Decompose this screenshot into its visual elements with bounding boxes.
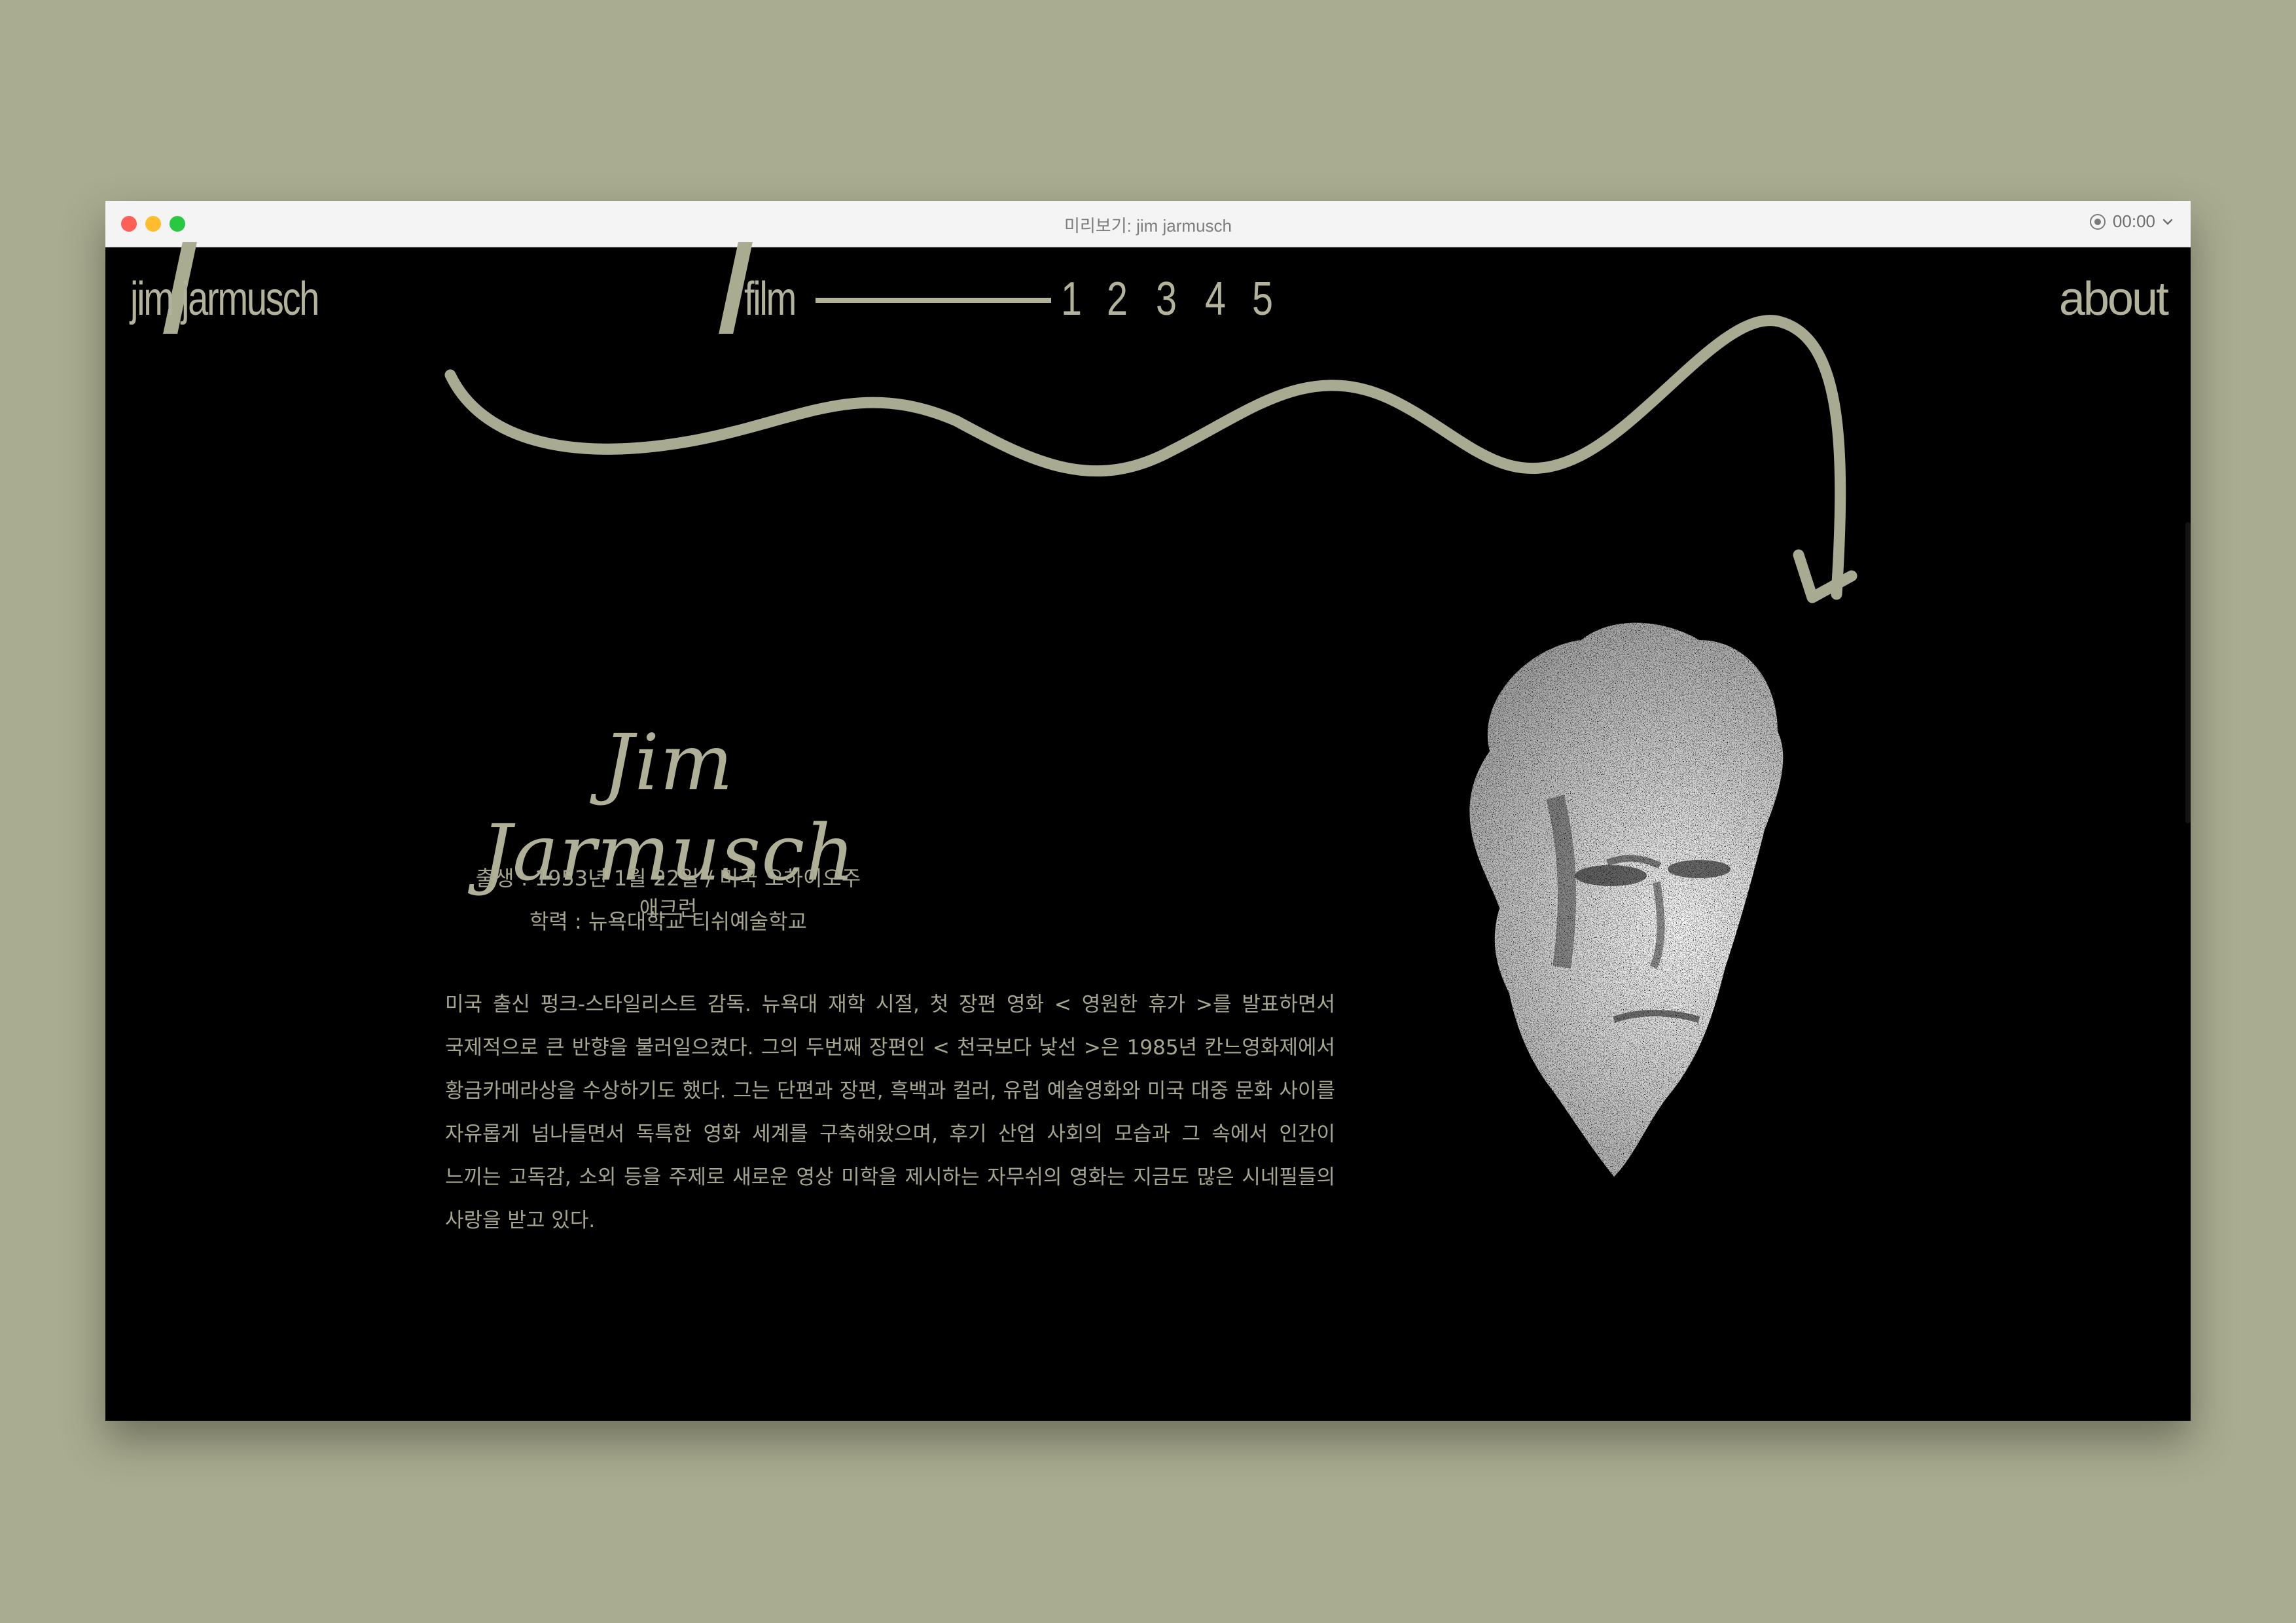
window-title: 미리보기: jim jarmusch xyxy=(1064,216,1232,236)
chevron-down-icon[interactable] xyxy=(2162,216,2174,228)
preview-window: 미리보기: jim jarmusch 00:00 jim jarmusch fi… xyxy=(105,201,2191,1421)
scrollbar[interactable] xyxy=(2185,522,2191,823)
title-bar: 미리보기: jim jarmusch 00:00 xyxy=(105,201,2191,247)
page-content: jim jarmusch film 1 2 3 4 5 about Jim Ja… xyxy=(105,242,2191,1421)
biography-text: 미국 출신 펑크-스타일리스트 감독. 뉴욕대 재학 시절, 첫 장편 영화 <… xyxy=(445,993,1335,1232)
timer-readout: 00:00 xyxy=(2112,211,2155,231)
halftone-portrait xyxy=(1469,622,1784,1177)
education-info: 학력 : 뉴욕대학교 티쉬예술학교 xyxy=(529,909,808,934)
timer-control[interactable]: 00:00 xyxy=(2089,211,2174,232)
record-icon xyxy=(2089,213,2106,230)
